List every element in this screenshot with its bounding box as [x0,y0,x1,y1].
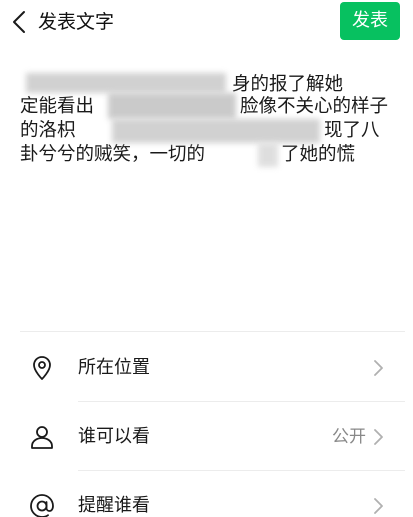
mention-row[interactable]: 提醒谁看 [20,472,413,517]
location-row[interactable]: 所在位置 [20,334,413,402]
row-divider [78,401,405,402]
post-text-line: 身的报了解她 [232,74,344,95]
redaction-blur [108,93,236,119]
chevron-right-icon [374,429,383,445]
redaction-blur [258,143,278,167]
back-button[interactable] [6,8,32,36]
post-text-area[interactable]: 身的报了解她 定能看出 脸像不关心的样子 的洛枳 现了八 卦兮兮的贼笑，一切的 … [20,73,402,203]
post-text-line: 定能看出 [20,96,95,117]
row-divider [78,470,405,471]
at-sign-icon [30,494,54,517]
post-text-line: 的洛枳 [20,120,76,141]
location-pin-icon [33,356,51,380]
post-text-line: 脸像不关心的样子 [240,96,389,117]
redaction-blur [112,119,320,143]
section-divider [20,331,405,332]
visibility-row[interactable]: 谁可以看 公开 [20,403,413,471]
visibility-label: 谁可以看 [78,426,150,447]
chevron-right-icon [374,498,383,514]
mention-label: 提醒谁看 [78,495,150,516]
publish-button[interactable]: 发表 [340,2,400,40]
visibility-value: 公开 [332,427,366,447]
post-text-line: 卦兮兮的贼笑，一切的 [20,144,206,165]
page-title: 发表文字 [38,11,115,33]
chevron-left-icon [13,11,25,33]
redaction-blur [26,73,226,93]
post-text-line: 了她的慌 [281,144,356,165]
post-text-line: 现了八 [324,120,380,141]
location-label: 所在位置 [78,357,150,378]
top-bar: 发表文字 发表 [0,0,413,48]
person-icon [31,426,53,449]
chevron-right-icon [374,360,383,376]
